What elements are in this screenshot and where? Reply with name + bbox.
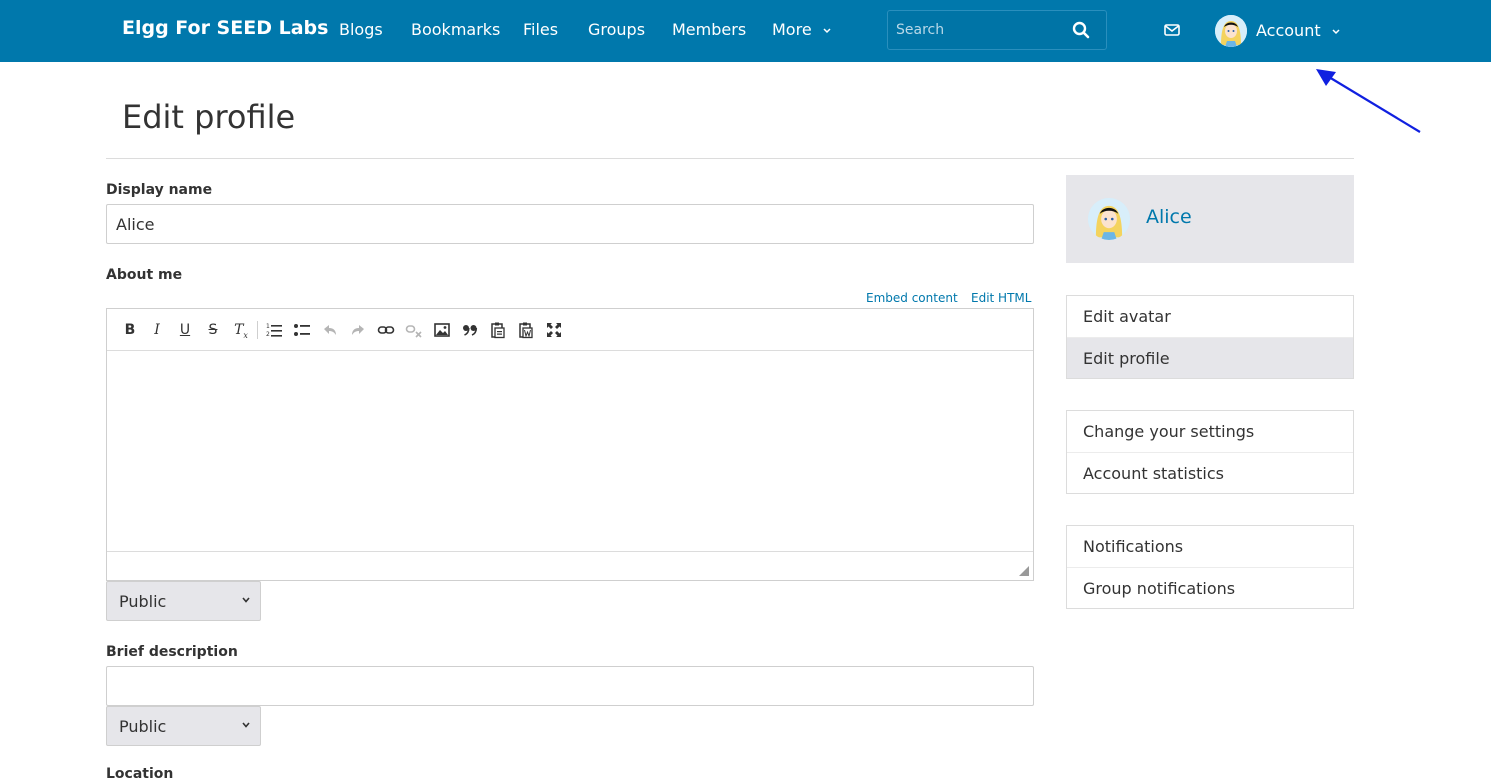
- chevron-down-icon: [823, 27, 831, 33]
- brief-description-field[interactable]: [106, 666, 1034, 706]
- nav-more-label: More: [772, 20, 812, 39]
- avatar: [1215, 15, 1247, 47]
- site-brand[interactable]: Elgg For SEED Labs: [122, 17, 328, 39]
- paste-text-icon[interactable]: [489, 321, 507, 339]
- search-box: [887, 10, 1107, 50]
- embed-content-link[interactable]: Embed content: [866, 291, 958, 305]
- numbered-list-icon[interactable]: 12: [265, 321, 283, 339]
- menu-item-account-statistics[interactable]: Account statistics: [1067, 452, 1353, 493]
- brief-description-access-select[interactable]: Public: [106, 706, 261, 746]
- annotation-arrow-icon: [1316, 69, 1421, 133]
- about-me-editor: B I U S Tx 12: [106, 308, 1034, 581]
- unlink-icon[interactable]: [405, 321, 423, 339]
- nav-bookmarks[interactable]: Bookmarks: [411, 20, 500, 39]
- nav-blogs[interactable]: Blogs: [339, 20, 383, 39]
- about-me-access-value: Public: [119, 592, 167, 611]
- nav-members[interactable]: Members: [672, 20, 746, 39]
- svg-text:2: 2: [266, 331, 270, 338]
- account-label: Account: [1256, 21, 1340, 40]
- profile-menu: Edit avatar Edit profile: [1066, 295, 1354, 379]
- about-me-access-select[interactable]: Public: [106, 581, 261, 621]
- menu-item-edit-avatar[interactable]: Edit avatar: [1067, 296, 1353, 337]
- underline-icon[interactable]: U: [176, 321, 194, 339]
- top-navbar: Elgg For SEED Labs Blogs Bookmarks Files…: [0, 0, 1491, 62]
- editor-toolbar: B I U S Tx 12: [107, 309, 1033, 351]
- display-name-label: Display name: [106, 182, 213, 198]
- search-icon[interactable]: [1072, 21, 1090, 39]
- editor-status-bar: [107, 551, 1033, 580]
- title-divider: [106, 158, 1354, 159]
- edit-html-link[interactable]: Edit HTML: [971, 291, 1031, 305]
- brief-description-label: Brief description: [106, 644, 238, 660]
- envelope-icon[interactable]: [1163, 21, 1181, 39]
- editor-content-area[interactable]: [107, 351, 1033, 551]
- about-me-label: About me: [106, 267, 183, 283]
- toolbar-separator: [257, 321, 258, 339]
- chevron-down-icon: [242, 722, 250, 728]
- paste-word-icon[interactable]: [517, 321, 535, 339]
- svg-text:1: 1: [266, 323, 270, 330]
- link-icon[interactable]: [377, 321, 395, 339]
- page-title: Edit profile: [122, 98, 296, 136]
- strikethrough-icon[interactable]: S: [204, 321, 222, 339]
- nav-files[interactable]: Files: [523, 20, 558, 39]
- owner-block: Alice: [1066, 175, 1354, 263]
- menu-item-group-notifications[interactable]: Group notifications: [1067, 567, 1353, 608]
- menu-item-notifications[interactable]: Notifications: [1067, 526, 1353, 567]
- redo-icon[interactable]: [349, 321, 367, 339]
- location-label: Location: [106, 766, 174, 782]
- image-icon[interactable]: [433, 321, 451, 339]
- avatar[interactable]: [1088, 198, 1130, 240]
- brief-description-access-value: Public: [119, 717, 167, 736]
- chevron-down-icon: [1332, 28, 1340, 34]
- italic-icon[interactable]: I: [148, 321, 166, 339]
- menu-item-change-settings[interactable]: Change your settings: [1067, 411, 1353, 452]
- menu-item-edit-profile[interactable]: Edit profile: [1067, 337, 1353, 378]
- bulleted-list-icon[interactable]: [293, 321, 311, 339]
- remove-format-icon[interactable]: Tx: [232, 321, 250, 340]
- owner-name-link[interactable]: Alice: [1146, 206, 1192, 228]
- chevron-down-icon: [242, 597, 250, 603]
- settings-menu: Change your settings Account statistics: [1066, 410, 1354, 494]
- display-name-field[interactable]: [106, 204, 1034, 244]
- blockquote-icon[interactable]: [461, 321, 479, 339]
- bold-icon[interactable]: B: [121, 321, 139, 339]
- resize-grip-icon[interactable]: [1019, 566, 1029, 576]
- nav-groups[interactable]: Groups: [588, 20, 645, 39]
- nav-more[interactable]: More: [772, 20, 831, 39]
- notifications-menu: Notifications Group notifications: [1066, 525, 1354, 609]
- undo-icon[interactable]: [321, 321, 339, 339]
- account-text: Account: [1256, 21, 1321, 40]
- search-input[interactable]: [888, 11, 1063, 49]
- maximize-icon[interactable]: [545, 321, 563, 339]
